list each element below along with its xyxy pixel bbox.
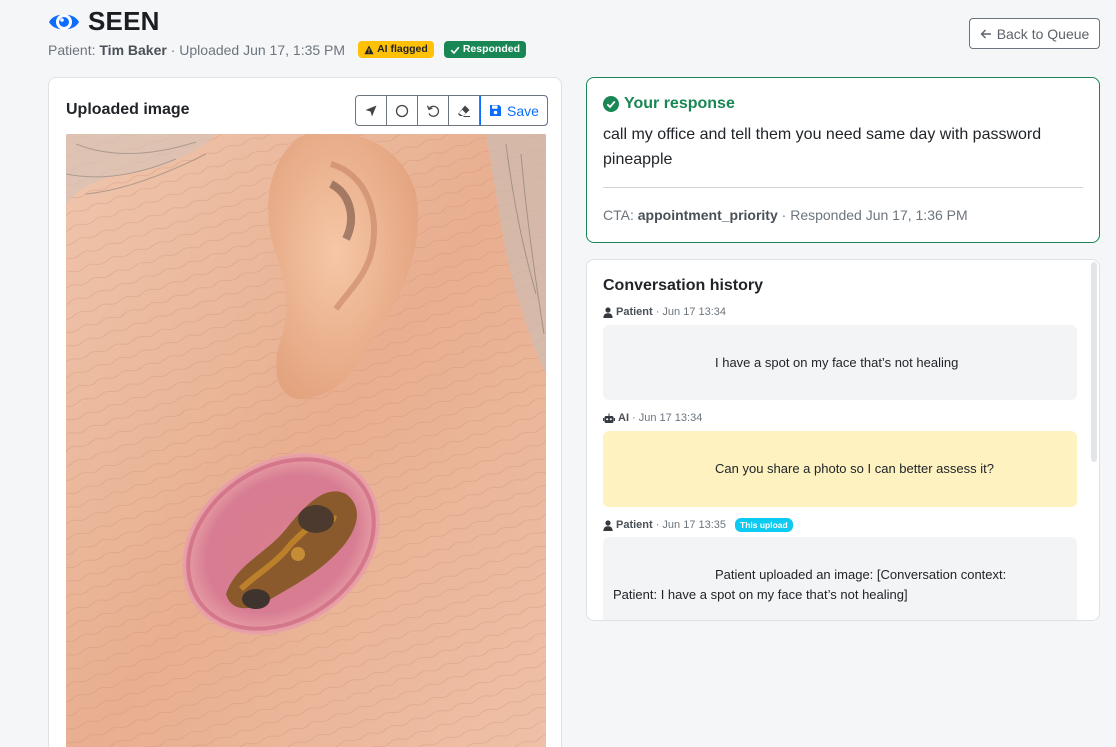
upload-time: · Uploaded Jun 17, 1:35 PM bbox=[170, 41, 346, 58]
patient-message: Patient uploaded an image: [Conversation… bbox=[603, 537, 1077, 620]
back-to-queue-label: Back to Queue bbox=[996, 25, 1090, 42]
circle-tool-button[interactable] bbox=[387, 96, 418, 125]
divider bbox=[603, 187, 1083, 188]
message-sender: AI bbox=[618, 412, 629, 424]
message-header: Patient · Jun 17 13:34 bbox=[603, 306, 726, 318]
this-upload-badge: This upload bbox=[735, 518, 793, 532]
arrow-tool-icon bbox=[365, 105, 377, 116]
ai-flagged-label: AI flagged bbox=[377, 43, 428, 55]
user-icon bbox=[603, 306, 613, 318]
your-response-header: Your response bbox=[603, 95, 735, 113]
back-to-queue-button[interactable]: Back to Queue bbox=[969, 18, 1100, 49]
responded-badge: Responded bbox=[443, 41, 526, 58]
response-meta: CTA: appointment_priority · Responded Ju… bbox=[603, 207, 968, 223]
save-label: Save bbox=[507, 102, 539, 119]
message-text: I have a spot on my face that’s not heal… bbox=[715, 355, 959, 370]
check-circle-icon bbox=[603, 96, 619, 112]
page-header: SEEN bbox=[48, 6, 160, 37]
patient-message: I have a spot on my face that’s not heal… bbox=[603, 325, 1077, 400]
cta-label: CTA: bbox=[603, 207, 634, 223]
message-time: · Jun 17 13:34 bbox=[655, 306, 727, 318]
page-title: SEEN bbox=[88, 6, 160, 36]
response-text: call my office and tell them you need sa… bbox=[603, 126, 1042, 168]
user-icon bbox=[603, 519, 613, 531]
patient-photo[interactable] bbox=[66, 134, 546, 747]
ai-flagged-badge: AI flagged bbox=[358, 41, 434, 58]
arrow-left-icon bbox=[980, 29, 991, 38]
message-header: AI · Jun 17 13:34 bbox=[603, 412, 702, 424]
message-header: Patient · Jun 17 13:35 This upload bbox=[603, 518, 793, 532]
floppy-disk-icon bbox=[490, 105, 501, 116]
message-sender: Patient bbox=[616, 519, 653, 531]
conversation-history-card: Conversation history Patient · Jun 17 13… bbox=[586, 259, 1100, 621]
your-response-card: Your response call my office and tell th… bbox=[586, 77, 1100, 243]
ai-message: Can you share a photo so I can better as… bbox=[603, 431, 1077, 507]
robot-icon bbox=[603, 413, 615, 423]
uploaded-image-card: Uploaded image Save bbox=[48, 77, 562, 747]
undo-button[interactable] bbox=[418, 96, 449, 125]
eye-icon bbox=[48, 9, 80, 35]
arrow-tool-button[interactable] bbox=[356, 96, 387, 125]
patient-name: Tim Baker bbox=[99, 41, 167, 58]
save-button[interactable]: Save bbox=[480, 96, 547, 125]
eraser-icon bbox=[458, 105, 470, 117]
annotation-toolbar: Save bbox=[355, 95, 548, 126]
message-text: Can you share a photo so I can better as… bbox=[715, 461, 994, 476]
conversation-history-title: Conversation history bbox=[603, 277, 764, 294]
skin-lesion-image bbox=[66, 134, 546, 747]
message-text: Patient uploaded an image: [Conversation… bbox=[715, 567, 1007, 582]
patient-meta: Patient: Tim Baker · Uploaded Jun 17, 1:… bbox=[48, 41, 526, 58]
message-time: · Jun 17 13:34 bbox=[632, 412, 703, 424]
check-icon bbox=[450, 46, 460, 54]
scrollbar[interactable] bbox=[1091, 262, 1097, 462]
uploaded-image-title: Uploaded image bbox=[66, 101, 190, 118]
responded-time: · Responded Jun 17, 1:36 PM bbox=[781, 207, 968, 223]
patient-label: Patient: bbox=[48, 41, 96, 58]
eraser-button[interactable] bbox=[449, 96, 480, 125]
cta-value: appointment_priority bbox=[637, 207, 778, 223]
message-sender: Patient bbox=[616, 306, 653, 318]
message-time: · Jun 17 13:35 bbox=[655, 519, 727, 531]
warning-icon bbox=[364, 45, 374, 54]
your-response-title: Your response bbox=[624, 95, 735, 112]
responded-label: Responded bbox=[462, 43, 520, 55]
circle-tool-icon bbox=[395, 104, 409, 117]
undo-icon bbox=[426, 105, 440, 117]
message-text-continued: Patient: I have a spot on my face that’s… bbox=[613, 587, 908, 602]
